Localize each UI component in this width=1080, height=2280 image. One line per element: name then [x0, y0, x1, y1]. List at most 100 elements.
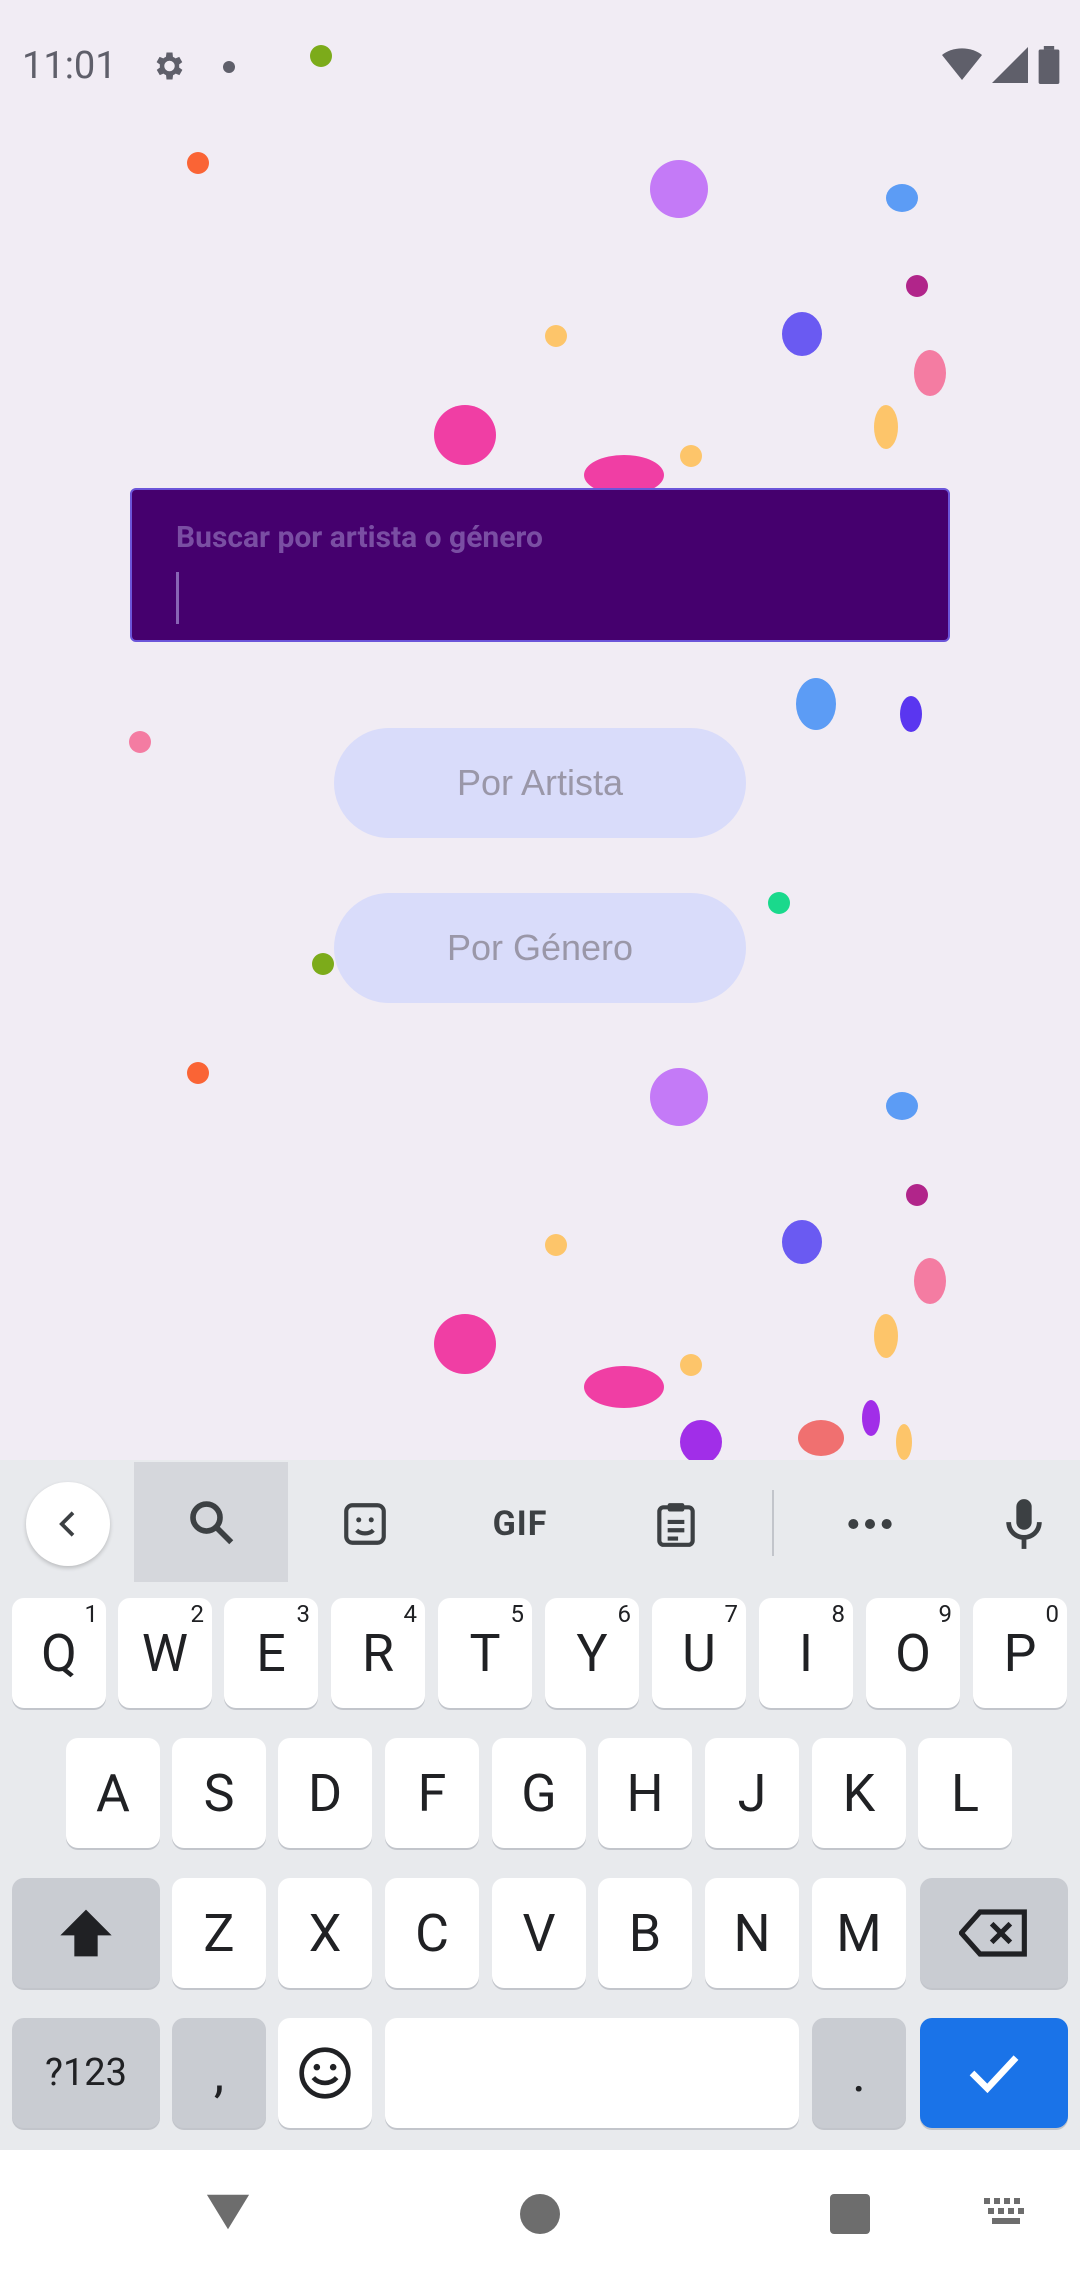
- key-w[interactable]: W2: [118, 1598, 212, 1708]
- status-icons: [942, 46, 1060, 84]
- enter-key[interactable]: [920, 2018, 1068, 2128]
- voice-input-button[interactable]: [984, 1482, 1064, 1566]
- key-label: Q: [41, 1622, 77, 1684]
- symbols-key[interactable]: ?123: [12, 2018, 160, 2128]
- key-i[interactable]: I8: [759, 1598, 853, 1708]
- key-o[interactable]: O9: [866, 1598, 960, 1708]
- key-label: I: [798, 1622, 814, 1684]
- confetti-piece: [768, 892, 790, 914]
- confetti-piece: [584, 1366, 664, 1408]
- gif-button[interactable]: GIF: [470, 1482, 570, 1566]
- clipboard-icon: [657, 1503, 695, 1547]
- keyboard-search-button[interactable]: [134, 1462, 288, 1582]
- period-key[interactable]: .: [812, 2018, 906, 2128]
- key-j[interactable]: J: [705, 1738, 799, 1848]
- key-hint: 9: [938, 1600, 953, 1628]
- confetti-piece: [886, 1092, 918, 1120]
- key-v[interactable]: V: [492, 1878, 586, 1988]
- key-hint: 2: [190, 1600, 205, 1628]
- back-button[interactable]: [26, 1482, 110, 1566]
- shift-icon: [60, 1909, 112, 1957]
- key-y[interactable]: Y6: [545, 1598, 639, 1708]
- key-hint: 6: [617, 1600, 632, 1628]
- key-n[interactable]: N: [705, 1878, 799, 1988]
- clipboard-button[interactable]: [636, 1482, 716, 1566]
- key-label: Y: [576, 1622, 608, 1684]
- sticker-button[interactable]: [325, 1482, 405, 1566]
- keyboard-toolbar: GIF: [0, 1460, 1080, 1586]
- key-d[interactable]: D: [278, 1738, 372, 1848]
- key-label: E: [256, 1622, 286, 1684]
- emoji-key[interactable]: [278, 2018, 372, 2128]
- confetti-piece: [914, 350, 946, 396]
- confetti-piece: [545, 1234, 567, 1256]
- by-artist-button[interactable]: Por Artista: [334, 728, 746, 838]
- key-p[interactable]: P0: [973, 1598, 1067, 1708]
- home-circle-icon[interactable]: [520, 2194, 560, 2234]
- key-h[interactable]: H: [598, 1738, 692, 1848]
- wifi-icon: [942, 48, 982, 80]
- key-u[interactable]: U7: [652, 1598, 746, 1708]
- confetti-piece: [782, 312, 822, 356]
- key-c[interactable]: C: [385, 1878, 479, 1988]
- key-k[interactable]: K: [812, 1738, 906, 1848]
- confetti-piece: [796, 678, 836, 730]
- status-bar: 11:01: [0, 0, 1080, 130]
- comma-key[interactable]: ,: [172, 2018, 266, 2128]
- confetti-piece: [862, 1400, 880, 1436]
- recents-square-icon[interactable]: [830, 2194, 870, 2234]
- key-z[interactable]: Z: [172, 1878, 266, 1988]
- search-input[interactable]: Buscar por artista o género: [130, 488, 950, 642]
- key-m[interactable]: M: [812, 1878, 906, 1988]
- by-genre-button[interactable]: Por Género: [334, 893, 746, 1003]
- key-a[interactable]: A: [66, 1738, 160, 1848]
- key-hint: 1: [84, 1600, 99, 1628]
- gif-label: GIF: [492, 1504, 548, 1544]
- space-key[interactable]: [385, 2018, 799, 2128]
- backspace-icon: [959, 1909, 1027, 1957]
- back-triangle-icon[interactable]: [205, 2192, 251, 2232]
- key-label: P: [1003, 1622, 1037, 1684]
- key-g[interactable]: G: [492, 1738, 586, 1848]
- confetti-piece: [434, 405, 496, 465]
- key-hint: 3: [296, 1600, 311, 1628]
- checkmark-icon: [969, 2055, 1019, 2094]
- more-horizontal-icon: [848, 1519, 892, 1529]
- keyboard-switch-icon[interactable]: [984, 2198, 1028, 2230]
- more-options-button[interactable]: [830, 1482, 910, 1566]
- key-label: R: [361, 1622, 395, 1684]
- shift-key[interactable]: [12, 1878, 160, 1988]
- sticker-icon: [344, 1503, 386, 1545]
- confetti-piece: [782, 1220, 822, 1264]
- confetti-piece: [187, 1062, 209, 1084]
- key-hint: 0: [1045, 1600, 1060, 1628]
- confetti-piece: [798, 1420, 844, 1456]
- emoji-icon: [299, 2047, 351, 2099]
- backspace-key[interactable]: [920, 1878, 1068, 1988]
- confetti-piece: [680, 1420, 722, 1464]
- key-hint: 4: [403, 1600, 418, 1628]
- search-placeholder: Buscar por artista o género: [176, 520, 543, 555]
- confetti-piece: [312, 953, 334, 975]
- key-x[interactable]: X: [278, 1878, 372, 1988]
- toolbar-divider: [772, 1490, 774, 1556]
- confetti-piece: [680, 1354, 702, 1376]
- key-r[interactable]: R4: [331, 1598, 425, 1708]
- confetti-piece: [545, 325, 567, 347]
- key-b[interactable]: B: [598, 1878, 692, 1988]
- key-s[interactable]: S: [172, 1738, 266, 1848]
- key-e[interactable]: E3: [224, 1598, 318, 1708]
- confetti-piece: [434, 1314, 496, 1374]
- confetti-piece: [874, 1314, 898, 1358]
- key-l[interactable]: L: [918, 1738, 1012, 1848]
- microphone-icon: [1006, 1499, 1042, 1549]
- key-label: O: [895, 1622, 931, 1684]
- key-f[interactable]: F: [385, 1738, 479, 1848]
- confetti-piece: [900, 696, 922, 732]
- key-hint: 5: [510, 1600, 525, 1628]
- cellular-signal-icon: [992, 47, 1028, 83]
- keyboard: GIF Q1 W2 E3 R4 T5 Y6 U7 I8 O9 P0 A S D …: [0, 1460, 1080, 2150]
- key-q[interactable]: Q1: [12, 1598, 106, 1708]
- key-t[interactable]: T5: [438, 1598, 532, 1708]
- text-cursor: [176, 572, 179, 624]
